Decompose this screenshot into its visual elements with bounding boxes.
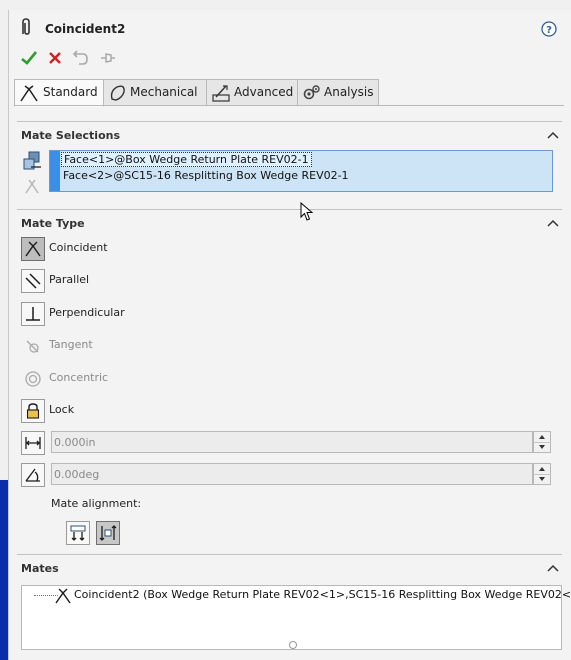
tab-strip: Standard Mechanical Advanced Analysis — [14, 79, 571, 107]
tangent-icon — [26, 340, 39, 353]
page-title: Coincident2 — [45, 22, 126, 36]
anti-aligned-icon — [99, 525, 117, 541]
distance-spinner[interactable] — [533, 431, 551, 453]
tab-standard-label: Standard — [43, 85, 98, 99]
spin-down-icon[interactable] — [534, 442, 550, 452]
lock-mate-button[interactable] — [21, 399, 45, 423]
angle-input[interactable] — [51, 463, 533, 485]
coincident-icon — [55, 588, 71, 604]
mates-list[interactable]: Coincident2 (Box Wedge Return Plate REV0… — [21, 585, 571, 650]
mate-type-tangent: Tangent — [21, 334, 321, 358]
distance-input[interactable] — [51, 431, 533, 453]
pushpin-icon[interactable] — [97, 48, 117, 68]
gears-icon — [303, 85, 320, 100]
angle-mate-button[interactable] — [21, 463, 45, 487]
tab-mechanical-label: Mechanical — [130, 85, 198, 99]
title-bar: Coincident2 ? — [9, 10, 571, 48]
selection-item[interactable]: Face<2>@SC15-16 Resplitting Box Wedge RE… — [63, 169, 349, 182]
mate-type-concentric: Concentric — [21, 367, 321, 391]
help-icon[interactable]: ? — [541, 21, 557, 37]
concentric-icon — [25, 371, 41, 387]
graphics-area-edge — [0, 480, 8, 660]
action-bar — [19, 48, 319, 70]
distance-mate-button[interactable] — [21, 431, 45, 455]
mouse-cursor-icon — [300, 202, 314, 221]
selection-item[interactable]: Face<1>@Box Wedge Return Plate REV02-1 — [61, 152, 312, 167]
mate-type-parallel[interactable]: Parallel — [21, 269, 321, 293]
mates-title: Mates — [21, 562, 59, 575]
coincident-label: Coincident — [49, 241, 108, 254]
selection-color-bar — [50, 151, 60, 191]
svg-text:?: ? — [546, 25, 552, 36]
paperclip-mate-icon — [22, 18, 30, 35]
multiple-mate-icon — [25, 179, 39, 194]
mate-alignment-label: Mate alignment: — [51, 497, 142, 510]
undo-icon[interactable] — [71, 48, 91, 68]
tab-advanced[interactable]: Advanced — [206, 79, 298, 106]
coincident-icon — [25, 241, 41, 257]
aligned-button[interactable] — [66, 521, 90, 545]
mate-type-lock[interactable]: Lock — [21, 399, 321, 423]
tangent-label: Tangent — [49, 338, 93, 351]
mate-selections-title: Mate Selections — [21, 129, 121, 142]
distance-row — [21, 431, 554, 455]
lock-icon — [26, 403, 40, 419]
coincident-mate-button[interactable] — [21, 237, 45, 261]
angle-spinner[interactable] — [533, 463, 551, 485]
lock-label: Lock — [49, 403, 75, 416]
mechanical-mate-icon — [110, 85, 125, 101]
standard-mate-icon — [20, 85, 38, 102]
collapse-caret-icon[interactable] — [547, 131, 559, 139]
anti-aligned-button[interactable] — [96, 521, 120, 545]
property-manager: Coincident2 ? Standard Mechanical Advanc… — [8, 10, 571, 660]
mate-list-item[interactable]: Coincident2 (Box Wedge Return Plate REV0… — [74, 588, 571, 601]
tab-standard[interactable]: Standard — [14, 79, 104, 107]
angle-row — [21, 463, 554, 487]
cancel-x-icon[interactable] — [45, 48, 65, 68]
tab-advanced-label: Advanced — [234, 85, 294, 99]
tab-analysis[interactable]: Analysis — [297, 79, 379, 106]
tab-divider — [14, 105, 564, 106]
ok-checkmark-icon[interactable] — [19, 48, 39, 68]
parallel-icon — [25, 273, 41, 289]
perpendicular-label: Perpendicular — [49, 306, 125, 319]
parallel-mate-button[interactable] — [21, 269, 45, 293]
perpendicular-icon — [26, 307, 40, 321]
concentric-label: Concentric — [49, 371, 109, 384]
tangent-mate-button — [21, 334, 45, 358]
mate-type-title: Mate Type — [21, 217, 85, 230]
entities-to-mate-icon — [23, 151, 41, 170]
spin-down-icon[interactable] — [534, 474, 550, 484]
aligned-icon — [70, 525, 86, 541]
mates-divider — [17, 554, 562, 555]
collapse-caret-icon[interactable] — [547, 564, 559, 572]
tab-mechanical[interactable]: Mechanical — [103, 79, 207, 106]
distance-icon — [25, 437, 41, 449]
perpendicular-mate-button[interactable] — [21, 302, 45, 326]
mate-selections-list[interactable]: Face<1>@Box Wedge Return Plate REV02-1 F… — [49, 150, 553, 192]
collapse-caret-icon[interactable] — [547, 219, 559, 227]
parallel-label: Parallel — [49, 273, 90, 286]
mate-type-coincident[interactable]: Coincident — [21, 237, 321, 261]
resize-handle[interactable] — [289, 641, 297, 649]
mate-selections-divider — [17, 121, 562, 122]
tab-analysis-label: Analysis — [324, 85, 374, 99]
angle-icon — [25, 468, 40, 482]
mate-type-divider — [17, 209, 562, 210]
concentric-mate-button — [21, 367, 45, 391]
mate-type-perpendicular[interactable]: Perpendicular — [21, 302, 321, 326]
advanced-mate-icon — [212, 85, 230, 102]
mate-selection-icons — [21, 150, 47, 200]
